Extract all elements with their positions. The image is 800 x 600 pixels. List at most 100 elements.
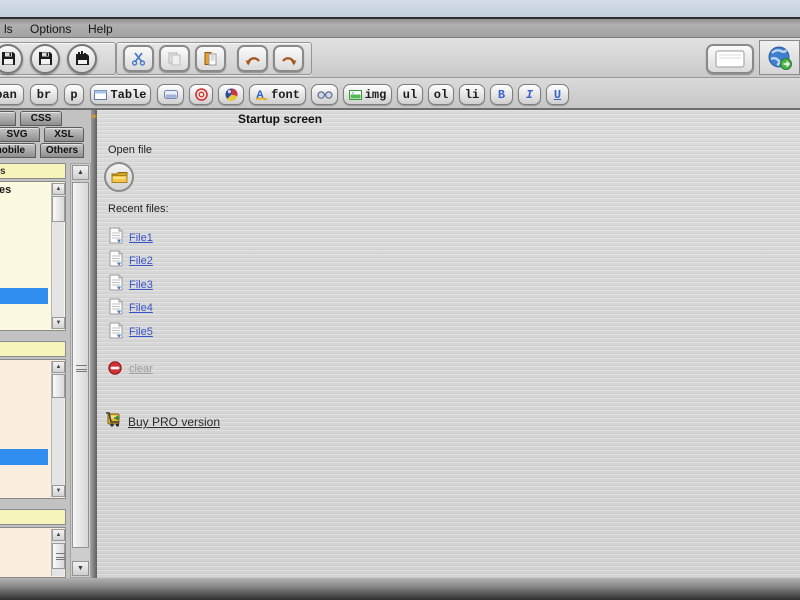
window-bottom-frame <box>0 578 800 600</box>
scissors-icon <box>131 51 146 66</box>
tagbar-button-font[interactable]: A font <box>249 84 306 105</box>
tab-mobile[interactable]: mobile <box>0 143 36 158</box>
browser-preview-button[interactable] <box>759 40 800 75</box>
cart-icon <box>104 411 122 428</box>
recent-file-link[interactable]: File1 <box>129 232 153 244</box>
file-icon <box>109 227 124 245</box>
file-icon <box>109 250 124 268</box>
tagbar-button-ol[interactable]: ol <box>428 84 454 105</box>
tagbar-button-p[interactable]: p <box>64 84 84 105</box>
thumb-grip <box>76 365 87 372</box>
tagbar-button-ul[interactable]: ul <box>397 84 423 105</box>
tagbar-button-br[interactable]: br <box>30 84 58 105</box>
tab-cut[interactable] <box>0 111 16 126</box>
scroll-down-icon[interactable]: ▼ <box>72 561 89 576</box>
main-toolbar <box>0 38 800 78</box>
floppy-icon <box>0 50 17 67</box>
tagbar-button-color[interactable] <box>218 84 244 105</box>
scrollbar-thumb[interactable] <box>52 543 65 569</box>
page-title: Startup screen <box>238 112 323 126</box>
sidebar-section2-header <box>0 341 66 357</box>
recent-file-link[interactable]: File2 <box>129 255 153 267</box>
tab-svg[interactable]: SVG <box>0 127 40 142</box>
tab-xsl[interactable]: XSL <box>44 127 84 142</box>
font-icon: A <box>255 88 268 101</box>
sidebar-section2-list[interactable]: ▲ ▼ <box>0 359 66 499</box>
scroll-up-icon[interactable]: ▲ <box>72 165 89 180</box>
thumb-grip <box>56 553 65 560</box>
buy-pro-link[interactable]: Buy PRO version <box>128 415 220 429</box>
glasses-icon <box>316 89 333 100</box>
scrollbar-thumb[interactable] <box>72 182 89 548</box>
tagbar-button-table[interactable]: Table <box>90 84 151 105</box>
preview-button[interactable] <box>706 44 754 74</box>
list3-scrollbar[interactable]: ▲ <box>51 529 65 576</box>
undo-icon <box>245 52 261 66</box>
open-file-label: Open file <box>108 144 153 156</box>
clear-recent-files-link[interactable]: clear <box>129 363 153 375</box>
floppy-chart-icon <box>74 50 91 67</box>
clear-stop-icon <box>108 361 122 375</box>
tagbar-button-img[interactable]: img <box>343 84 392 105</box>
image-icon <box>348 89 362 100</box>
save-all-button[interactable] <box>67 43 97 74</box>
record-icon <box>194 88 208 101</box>
scrollbar-thumb[interactable] <box>52 374 65 398</box>
file-icon <box>109 274 124 292</box>
table-icon <box>94 89 108 100</box>
screen-icon <box>715 50 745 68</box>
file-icon <box>109 298 124 316</box>
menu-help[interactable]: Help <box>84 21 117 37</box>
startup-screen-panel <box>97 110 800 578</box>
cut-button[interactable] <box>123 45 154 72</box>
selected-list-item[interactable] <box>0 288 48 304</box>
tagbar-button-span[interactable]: pan <box>0 84 24 105</box>
color-sphere-icon <box>225 88 238 101</box>
copy-pages-icon <box>167 51 182 66</box>
recent-files-label: Recent files: <box>108 203 169 215</box>
tagbar-button-underline[interactable]: U <box>546 84 569 105</box>
sidebar-section1-list[interactable]: es ▲ ▼ <box>0 181 66 331</box>
scrollbar-thumb[interactable] <box>52 196 65 222</box>
tagbar-button-bold[interactable]: B <box>490 84 513 105</box>
tagbar-button-special-chars[interactable] <box>311 84 338 105</box>
tab-css[interactable]: CSS <box>20 111 62 126</box>
sidebar-scrollbar[interactable]: ▲ ▼ <box>70 163 91 578</box>
tagbar-button-anchor[interactable] <box>189 84 213 105</box>
save-as-button[interactable] <box>30 43 60 74</box>
clipboard-icon <box>203 51 218 66</box>
globe-icon <box>767 45 793 71</box>
redo-icon <box>281 52 297 66</box>
tagbar-button-div[interactable] <box>157 84 184 105</box>
paste-button[interactable] <box>195 45 226 72</box>
sidebar-section1-header: s <box>0 163 66 179</box>
scroll-up-icon[interactable]: ▲ <box>52 183 65 195</box>
undo-button[interactable] <box>237 45 268 72</box>
open-file-button[interactable] <box>104 162 134 192</box>
scroll-up-icon[interactable]: ▲ <box>52 361 65 373</box>
sidebar-section3-header <box>0 509 66 525</box>
tab-others[interactable]: Others <box>40 143 84 158</box>
copy-button[interactable] <box>159 45 190 72</box>
edit-toolbar-group <box>116 42 312 75</box>
list1-scrollbar[interactable]: ▲ ▼ <box>51 183 65 329</box>
recent-file-link[interactable]: File3 <box>129 279 153 291</box>
sidebar-section3-list[interactable]: ▲ <box>0 527 66 578</box>
scroll-down-icon[interactable]: ▼ <box>52 317 65 329</box>
recent-file-link[interactable]: File5 <box>129 326 153 338</box>
list-item[interactable]: es <box>0 184 11 196</box>
tagbar-button-italic[interactable]: I <box>518 84 541 105</box>
redo-button[interactable] <box>273 45 304 72</box>
selected-list-item[interactable] <box>0 449 48 465</box>
scroll-down-icon[interactable]: ▼ <box>52 485 65 497</box>
file-toolbar-group <box>0 42 116 75</box>
save-button[interactable] <box>0 43 23 74</box>
tagbar-button-li[interactable]: li <box>459 84 485 105</box>
menu-tools[interactable]: ls <box>0 21 17 37</box>
list2-scrollbar[interactable]: ▲ ▼ <box>51 361 65 497</box>
menu-options[interactable]: Options <box>26 21 75 37</box>
folder-icon <box>111 171 128 184</box>
recent-file-link[interactable]: File4 <box>129 302 153 314</box>
scroll-up-icon[interactable]: ▲ <box>52 529 65 541</box>
file-icon <box>109 322 124 340</box>
